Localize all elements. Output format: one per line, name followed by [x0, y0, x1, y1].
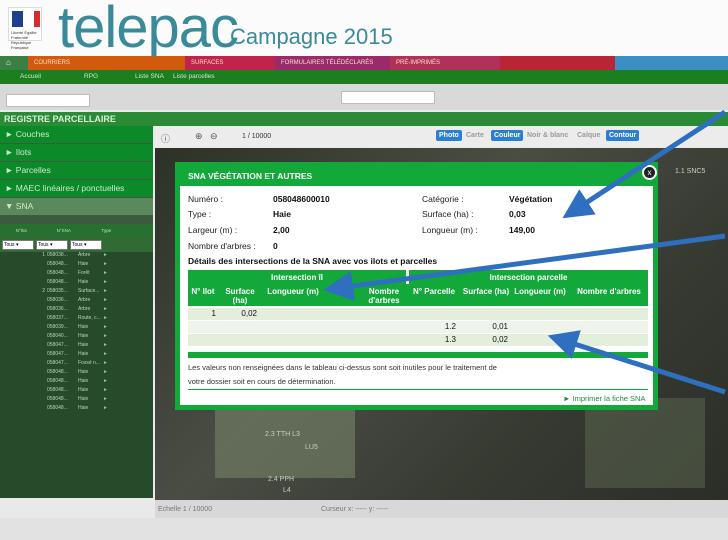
annotation-arrows [323, 109, 727, 395]
arrow-to-fields [562, 109, 727, 219]
arrow-to-parcelle [547, 330, 726, 395]
telepac-page: Liberté Égalité Fraternité République Fr… [0, 0, 728, 540]
arrow-to-ilot [323, 233, 726, 301]
